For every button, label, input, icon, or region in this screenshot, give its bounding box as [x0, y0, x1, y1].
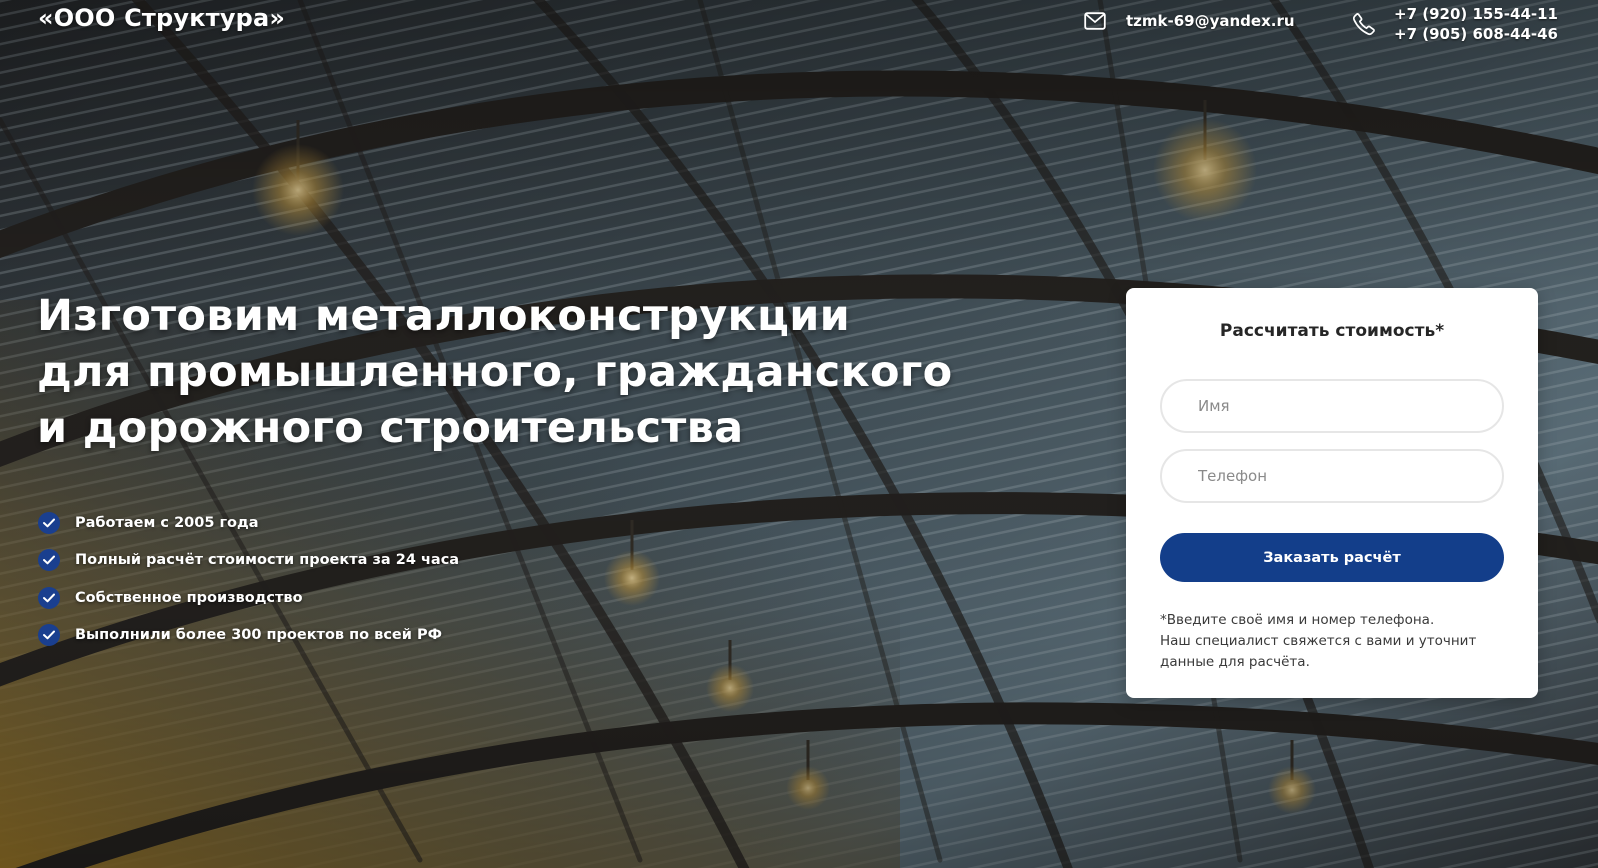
check-circle-icon: [38, 586, 60, 609]
feature-text: Полный расчёт стоимости проекта за 24 ча…: [75, 552, 460, 569]
form-note: *Введите своё имя и номер телефона. Наш …: [1160, 610, 1510, 673]
form-title: Рассчитать стоимость*: [1219, 321, 1445, 341]
hero-section: «ООО Структура» tzmk-69@yandex.ru +7 (92…: [0, 0, 1598, 868]
form-note-line: Наш специалист свяжется с вами и уточнит: [1160, 633, 1477, 649]
company-logo[interactable]: «ООО Структура»: [38, 4, 285, 32]
name-input[interactable]: [1160, 379, 1504, 433]
phone-number-2[interactable]: +7 (905) 608-44-46: [1394, 24, 1558, 44]
feature-text: Выполнили более 300 проектов по всей РФ: [75, 626, 442, 643]
form-note-line: данные для расчёта.: [1160, 654, 1310, 670]
check-circle-icon: [38, 623, 60, 646]
feature-text: Работаем с 2005 года: [75, 515, 259, 531]
feature-item: Собственное производство: [38, 586, 459, 609]
hero-headline: Изготовим металлоконструкции для промышл…: [37, 288, 953, 456]
headline-line-1: Изготовим металлоконструкции: [37, 291, 851, 341]
email-link[interactable]: tzmk-69@yandex.ru: [1126, 12, 1295, 30]
check-circle-icon: [38, 512, 60, 534]
headline-line-2: для промышленного, гражданского: [37, 347, 953, 397]
feature-item: Работаем с 2005 года: [38, 512, 459, 534]
email-contact[interactable]: tzmk-69@yandex.ru: [1084, 12, 1295, 30]
phone-contact[interactable]: +7 (920) 155-44-11 +7 (905) 608-44-46: [1352, 4, 1558, 44]
order-calculation-button[interactable]: Заказать расчёт: [1160, 533, 1504, 582]
phone-number-1[interactable]: +7 (920) 155-44-11: [1394, 4, 1558, 24]
check-circle-icon: [38, 549, 60, 572]
feature-list: Работаем с 2005 года Полный расчёт стоим…: [38, 512, 459, 661]
phone-icon: [1353, 13, 1375, 35]
phone-input[interactable]: [1160, 449, 1504, 503]
feature-item: Выполнили более 300 проектов по всей РФ: [38, 623, 459, 646]
feature-item: Полный расчёт стоимости проекта за 24 ча…: [38, 549, 460, 572]
cost-calculation-form: Рассчитать стоимость* Заказать расчёт *В…: [1126, 288, 1538, 698]
feature-text: Собственное производство: [75, 589, 303, 606]
mail-icon: [1084, 12, 1106, 30]
form-note-line: *Введите своё имя и номер телефона.: [1160, 612, 1435, 628]
headline-line-3: и дорожного строительства: [37, 403, 744, 453]
